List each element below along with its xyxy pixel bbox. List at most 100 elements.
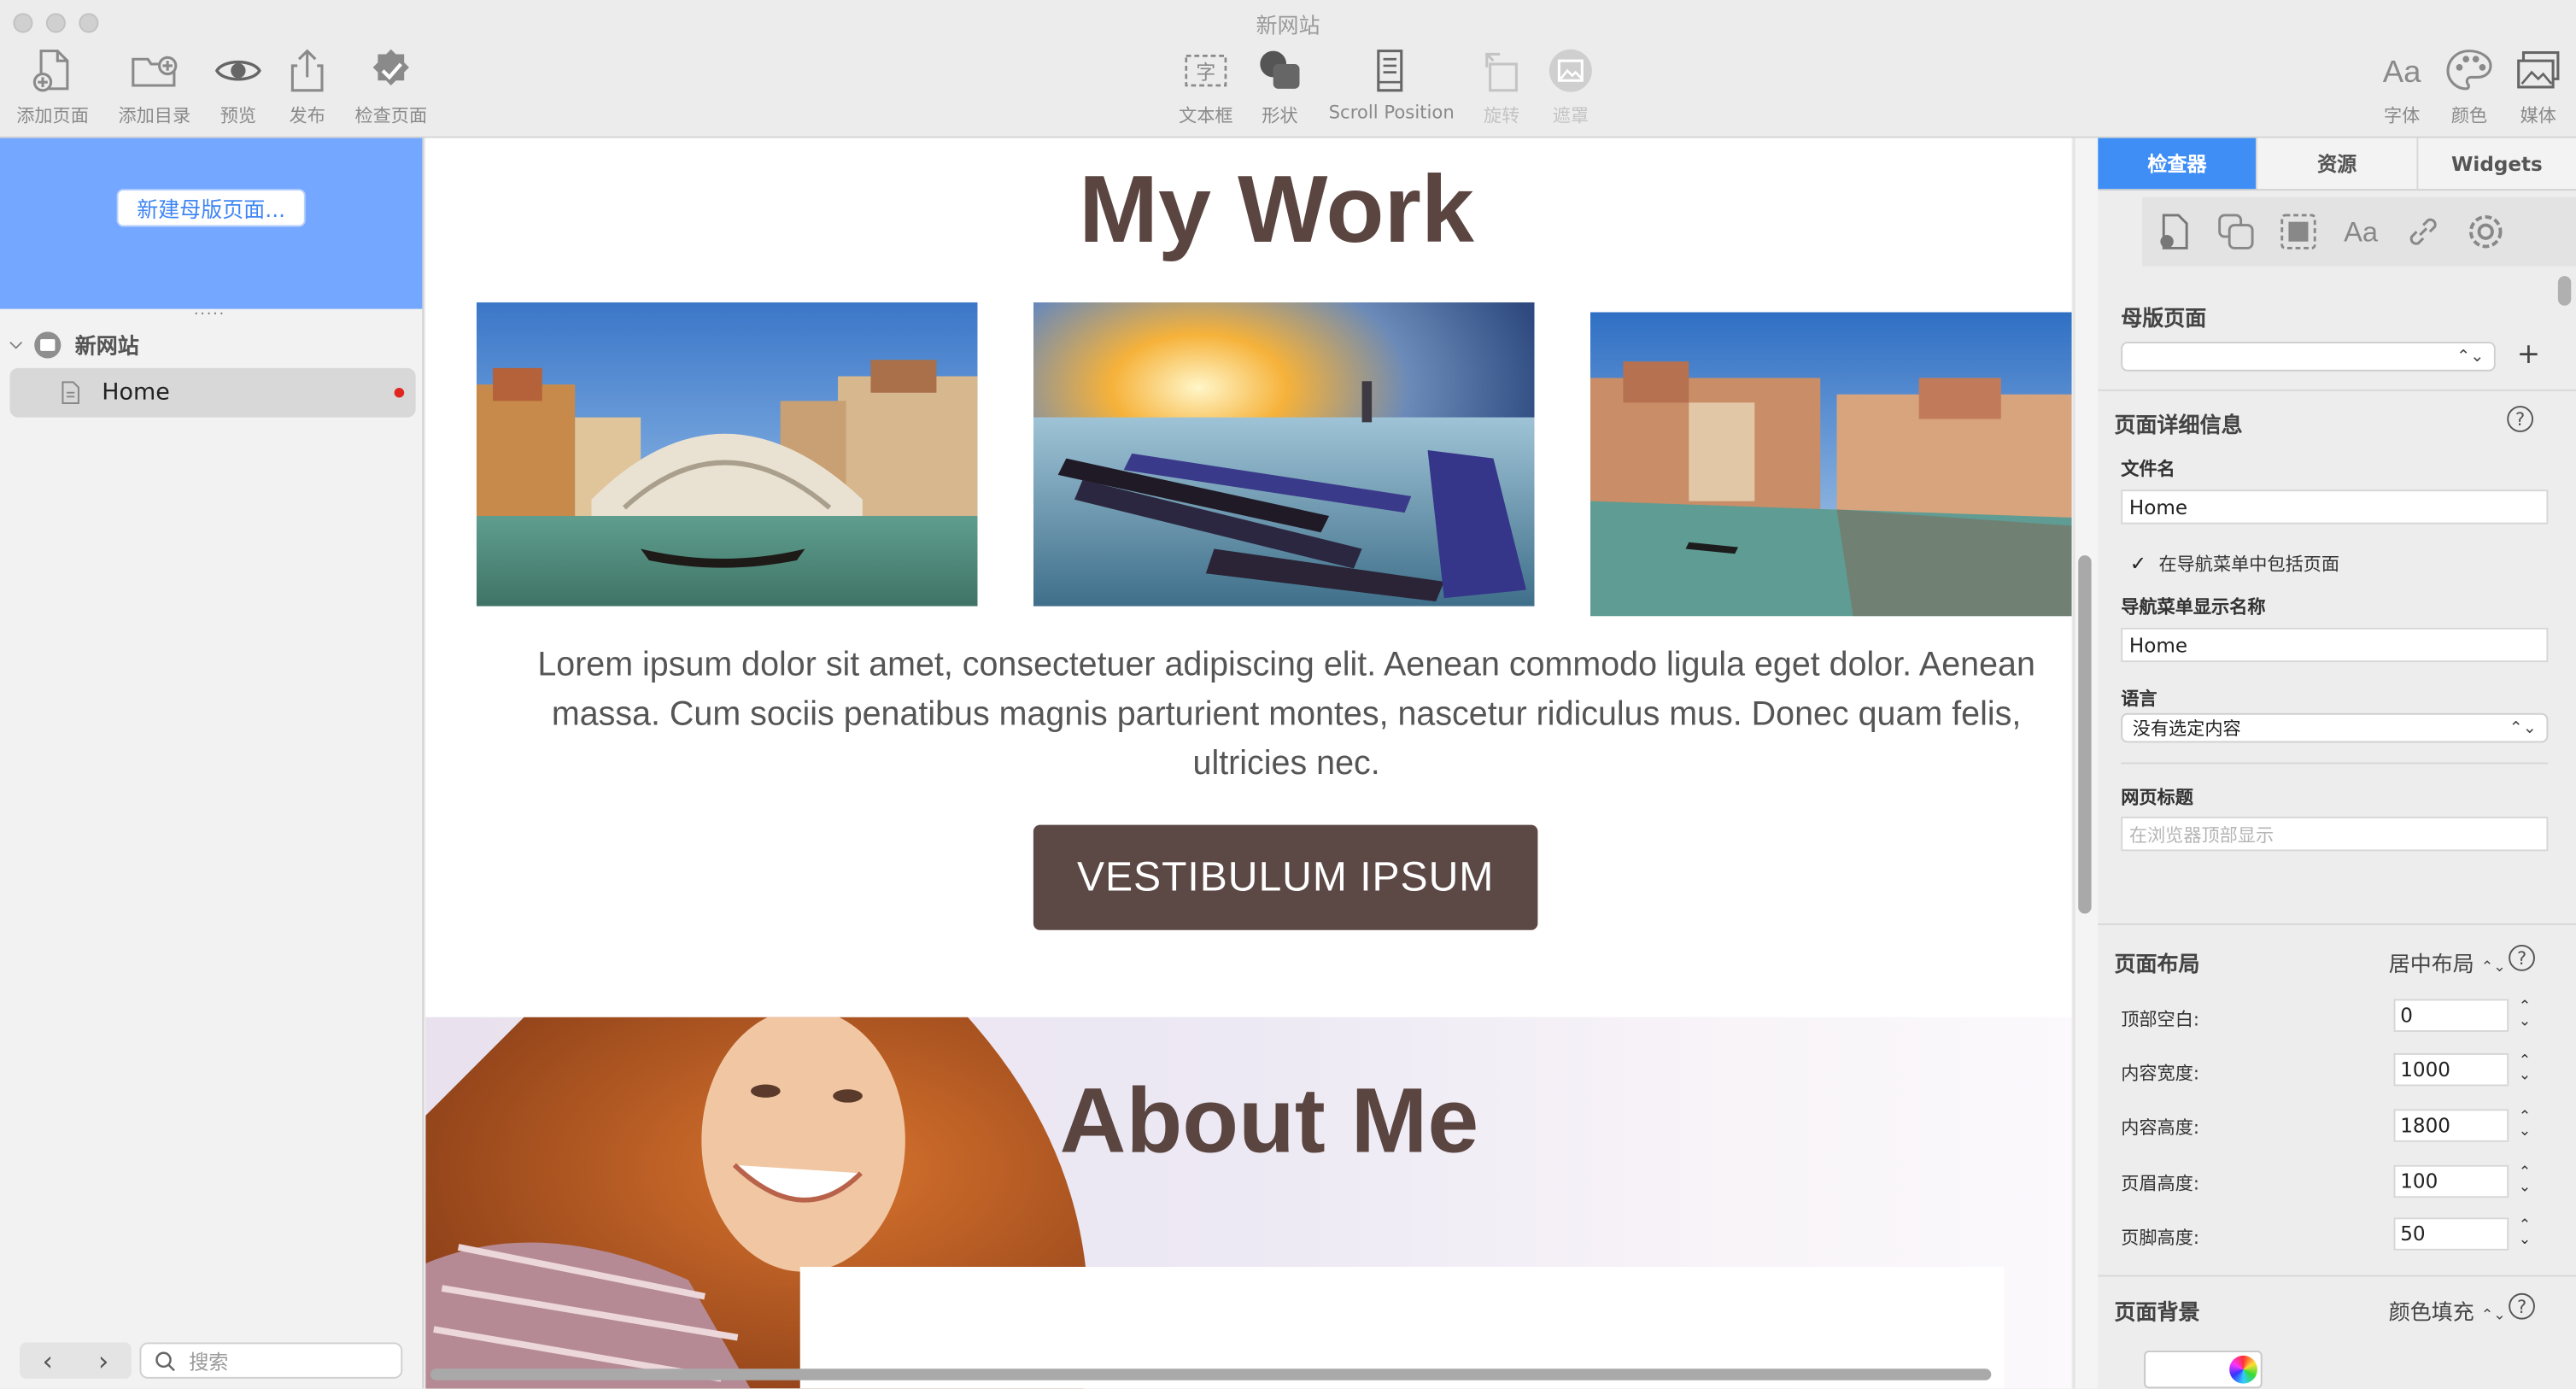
chevron-updown-icon: ⌃⌄ bbox=[2456, 347, 2485, 366]
include-in-nav-checkbox[interactable]: ✓ bbox=[2128, 551, 2149, 574]
publish-button[interactable]: 发布 bbox=[284, 46, 331, 128]
help-icon[interactable]: ? bbox=[2509, 1292, 2535, 1320]
text-style-icon: Aa bbox=[2344, 216, 2379, 248]
shape-label: 形状 bbox=[1262, 105, 1298, 127]
layout-select[interactable]: 居中布局 ⌃⌄ bbox=[2389, 947, 2506, 978]
divider bbox=[2098, 389, 2576, 391]
back-button[interactable]: ‹ bbox=[20, 1342, 75, 1378]
photo-venice-rialto[interactable] bbox=[476, 302, 978, 607]
add-page-button[interactable]: 添加页面 bbox=[15, 46, 90, 128]
resize-handle[interactable]: ····· bbox=[194, 308, 225, 324]
text-tab[interactable]: Aa bbox=[2330, 210, 2392, 253]
link-tab[interactable] bbox=[2392, 210, 2455, 253]
shape-button[interactable]: 形状 bbox=[1256, 46, 1305, 128]
preview-label: 预览 bbox=[220, 105, 257, 127]
nav-name-field[interactable]: Home bbox=[2121, 627, 2549, 663]
footer-height-stepper[interactable]: ⌃ ⌄ bbox=[2519, 1218, 2532, 1249]
master-page-select[interactable]: ⌃⌄ bbox=[2121, 342, 2496, 372]
textbox-icon: 字 bbox=[1185, 55, 1227, 87]
divider bbox=[2121, 762, 2549, 765]
chevron-down-icon[interactable]: ⌵ bbox=[10, 335, 23, 353]
frame-icon bbox=[2280, 214, 2316, 249]
search-field[interactable]: 搜索 bbox=[139, 1342, 403, 1379]
background-select[interactable]: 颜色填充 ⌃⌄ bbox=[2389, 1295, 2506, 1326]
search-icon bbox=[155, 1351, 175, 1371]
inspector-tabs: 检查器 资源 Widgets bbox=[2098, 138, 2576, 191]
inspector-scrollbar[interactable] bbox=[2557, 276, 2572, 306]
help-icon[interactable]: ? bbox=[2509, 945, 2535, 971]
page-item-home[interactable]: Home bbox=[9, 367, 416, 418]
content-width-stepper[interactable]: ⌃ ⌄ bbox=[2519, 1054, 2532, 1085]
divider bbox=[2098, 1275, 2576, 1277]
add-folder-label: 添加目录 bbox=[118, 105, 191, 127]
fonts-button[interactable]: Aa 字体 bbox=[2377, 46, 2427, 128]
media-button[interactable]: 媒体 bbox=[2514, 46, 2563, 128]
page-canvas[interactable]: My Work Lorem ipsum dolor sit amet, cons… bbox=[425, 138, 2072, 1389]
preview-button[interactable]: 预览 bbox=[214, 46, 261, 128]
include-in-nav-label: 在导航菜单中包括页面 bbox=[2158, 554, 2340, 576]
content-width-field[interactable]: 1000 bbox=[2393, 1052, 2509, 1087]
tab-widgets[interactable]: Widgets bbox=[2417, 138, 2576, 190]
content-height-field[interactable]: 1800 bbox=[2393, 1109, 2509, 1142]
mask-button[interactable]: 遮罩 bbox=[1544, 46, 1597, 128]
about-section[interactable]: About Me bbox=[425, 1017, 2072, 1389]
verified-badge-icon bbox=[372, 49, 409, 86]
footer-height-field[interactable]: 50 bbox=[2393, 1217, 2509, 1251]
content-width-label: 内容宽度: bbox=[2121, 1063, 2200, 1085]
scroll-position-label: Scroll Position bbox=[1328, 102, 1455, 124]
page-settings-tab[interactable] bbox=[2142, 210, 2204, 253]
content-height-stepper[interactable]: ⌃ ⌄ bbox=[2519, 1110, 2532, 1140]
site-tree-item[interactable]: ⌵ 新网站 bbox=[10, 329, 139, 360]
forward-button[interactable]: › bbox=[75, 1342, 131, 1378]
history-nav: ‹ › bbox=[20, 1342, 132, 1379]
tab-inspector[interactable]: 检查器 bbox=[2098, 138, 2258, 190]
header-height-stepper[interactable]: ⌃ ⌄ bbox=[2519, 1166, 2532, 1197]
vertical-scrollbar[interactable] bbox=[2078, 555, 2092, 914]
check-page-button[interactable]: 检查页面 bbox=[352, 46, 430, 128]
master-page-label: 母版页面 bbox=[2121, 307, 2207, 332]
app-window: 新网站 添加页面 添加目录 预览 发布 检查页面 字 文本框 形状 Scroll… bbox=[0, 0, 2576, 1389]
about-heading[interactable]: About Me bbox=[1060, 1066, 1479, 1173]
language-select[interactable]: 没有选定内容 ⌃⌄ bbox=[2121, 712, 2549, 743]
body-paragraph[interactable]: Lorem ipsum dolor sit amet, consectetuer… bbox=[511, 641, 2062, 788]
header-height-field[interactable]: 100 bbox=[2393, 1164, 2509, 1199]
svg-text:字: 字 bbox=[1196, 62, 1215, 84]
tab-resources[interactable]: 资源 bbox=[2257, 138, 2418, 190]
scroll-position-button[interactable]: Scroll Position bbox=[1324, 46, 1459, 123]
horizontal-scrollbar[interactable] bbox=[430, 1368, 1992, 1380]
photo-venice-gondolas[interactable] bbox=[1033, 302, 1535, 607]
search-placeholder: 搜索 bbox=[189, 1350, 229, 1374]
inspector-panel: 检查器 资源 Widgets Aa 母版页面 ⌃⌄ + 页面详细信息 ? 文件名… bbox=[2098, 138, 2576, 1389]
photo-venice-canal[interactable] bbox=[1590, 312, 2072, 617]
chevron-updown-icon: ⌃⌄ bbox=[2509, 718, 2537, 737]
page-gear-icon bbox=[2160, 214, 2188, 249]
add-folder-button[interactable]: 添加目录 bbox=[115, 46, 194, 128]
textbox-button[interactable]: 字 文本框 bbox=[1176, 46, 1235, 128]
new-master-page-button[interactable]: 新建母版页面... bbox=[116, 189, 306, 227]
site-name: 新网站 bbox=[74, 335, 139, 360]
top-margin-stepper[interactable]: ⌃ ⌄ bbox=[2519, 999, 2532, 1030]
colors-button[interactable]: 颜色 bbox=[2444, 46, 2494, 128]
filename-field[interactable]: Home bbox=[2121, 489, 2549, 525]
svg-text:Aa: Aa bbox=[2383, 54, 2421, 89]
fonts-label: 字体 bbox=[2383, 105, 2421, 127]
publish-label: 发布 bbox=[289, 105, 325, 127]
color-well[interactable] bbox=[2144, 1351, 2263, 1389]
vestibulum-button[interactable]: VESTIBULUM IPSUM bbox=[1033, 824, 1538, 930]
top-margin-field[interactable]: 0 bbox=[2393, 999, 2509, 1032]
page-title-field[interactable]: 在浏览器顶部显示 bbox=[2121, 816, 2549, 852]
rotate-button[interactable]: 旋转 bbox=[1475, 46, 1528, 128]
my-work-heading[interactable]: My Work bbox=[425, 155, 2071, 265]
layout-tab[interactable] bbox=[2204, 210, 2267, 253]
metrics-tab[interactable] bbox=[2267, 210, 2329, 253]
language-value: 没有选定内容 bbox=[2132, 718, 2241, 740]
advanced-tab[interactable] bbox=[2455, 210, 2517, 253]
inspector-subtabs: Aa bbox=[2142, 196, 2576, 267]
help-icon[interactable]: ? bbox=[2507, 406, 2534, 432]
rotate-label: 旋转 bbox=[1483, 105, 1520, 127]
add-page-icon bbox=[32, 50, 69, 92]
footer-height-label: 页脚高度: bbox=[2121, 1227, 2200, 1249]
color-wheel-icon[interactable] bbox=[2229, 1355, 2257, 1384]
content-height-label: 内容高度: bbox=[2121, 1116, 2200, 1139]
add-master-button[interactable]: + bbox=[2517, 338, 2540, 371]
